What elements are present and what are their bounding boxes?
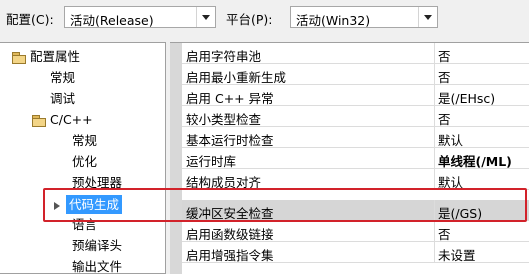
table-row[interactable]: 基本运行时检查 默认 (182, 127, 529, 148)
chevron-down-icon[interactable] (196, 7, 215, 27)
property-value[interactable]: 未设置 (438, 245, 476, 264)
folder-open-icon (12, 52, 26, 64)
grid-gutter (170, 43, 182, 274)
property-name: 运行时库 (186, 154, 237, 169)
tree-root-config-properties[interactable]: 配置属性 (30, 47, 80, 67)
property-tree: 配置属性 常规 调试 C/C++ 常规 优化 预处理器 代码生成 语言 预编译头… (0, 42, 166, 274)
property-name: 启用最小重新生成 (186, 70, 287, 85)
column-divider (434, 106, 435, 127)
folder-open-icon (32, 115, 46, 127)
property-value[interactable]: 否 (438, 224, 451, 243)
tree-item-debugging[interactable]: 调试 (50, 89, 75, 109)
table-row[interactable]: 启用函数级链接 否 (182, 221, 529, 242)
property-name: 启用 C++ 异常 (186, 91, 274, 106)
column-divider (434, 43, 435, 64)
config-dropdown[interactable]: 活动(Release) (64, 6, 216, 28)
table-row[interactable]: 启用最小重新生成 否 (182, 64, 529, 85)
tree-item-general[interactable]: 常规 (50, 68, 75, 88)
config-dropdown-value: 活动(Release) (70, 13, 154, 28)
table-row[interactable]: 启用增强指令集 未设置 (182, 242, 529, 263)
table-row[interactable]: 运行时库 单线程(/ML) (182, 148, 529, 169)
property-name: 启用字符串池 (186, 49, 262, 64)
config-label: 配置(C): (6, 12, 54, 27)
property-value[interactable]: 默认 (438, 130, 463, 149)
column-divider (434, 85, 435, 106)
property-value[interactable]: 单线程(/ML) (438, 151, 512, 170)
table-row[interactable]: 启用 C++ 异常 是(/EHsc) (182, 85, 529, 106)
chevron-down-icon[interactable] (418, 7, 437, 27)
property-value[interactable]: 否 (438, 67, 451, 86)
property-name: 启用增强指令集 (186, 248, 274, 263)
property-value[interactable]: 否 (438, 109, 451, 128)
tree-item-optimization[interactable]: 优化 (72, 152, 97, 172)
column-divider (434, 64, 435, 85)
property-grid: 启用字符串池 否 启用最小重新生成 否 启用 C++ 异常 是(/EHsc) 较… (170, 42, 529, 274)
config-toolbar: 配置(C): 活动(Release) 平台(P): 活动(Win32) (0, 0, 529, 34)
column-divider (434, 221, 435, 242)
property-value[interactable]: 否 (438, 46, 451, 65)
property-name: 启用函数级链接 (186, 227, 274, 242)
tree-item-output-files[interactable]: 输出文件 (72, 257, 122, 273)
column-divider (434, 242, 435, 263)
table-row[interactable]: 启用字符串池 否 (182, 43, 529, 64)
column-divider (434, 169, 435, 190)
highlight-annotation-box (43, 188, 527, 222)
column-divider (434, 127, 435, 148)
tree-item-precompiled-headers[interactable]: 预编译头 (72, 236, 122, 256)
platform-label: 平台(P): (226, 12, 273, 27)
platform-dropdown-value: 活动(Win32) (296, 13, 371, 28)
property-name: 基本运行时检查 (186, 133, 274, 148)
tree-item-cpp-general[interactable]: 常规 (72, 131, 97, 151)
table-row[interactable]: 较小类型检查 否 (182, 106, 529, 127)
tree-item-cpp[interactable]: C/C++ (50, 110, 93, 130)
property-name: 较小类型检查 (186, 112, 262, 127)
property-value[interactable]: 是(/EHsc) (438, 88, 495, 107)
platform-dropdown[interactable]: 活动(Win32) (290, 6, 438, 28)
table-row[interactable]: 结构成员对齐 默认 (182, 169, 529, 190)
column-divider (434, 148, 435, 169)
